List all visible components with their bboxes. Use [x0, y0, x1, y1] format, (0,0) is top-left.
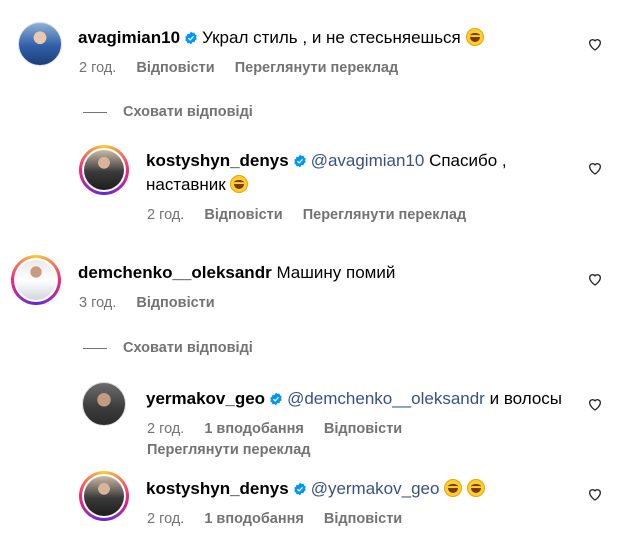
reply-time: 2 год.: [147, 207, 185, 223]
reply-username[interactable]: kostyshyn_denys: [146, 151, 289, 170]
reply-time: 2 год.: [147, 421, 185, 437]
mention-link[interactable]: @avagimian10: [311, 151, 425, 170]
reply-button[interactable]: Відповісти: [204, 207, 282, 223]
avatar-kostyshyn_denys[interactable]: [79, 145, 129, 195]
view-translation-button[interactable]: Переглянути переклад: [147, 442, 310, 458]
reply-time: 2 год.: [147, 511, 185, 527]
avatar-avagimian10[interactable]: [18, 22, 62, 66]
likes-count[interactable]: 1 вподобання: [204, 421, 304, 437]
verified-badge-icon: [185, 31, 197, 45]
reply-button[interactable]: Відповісти: [324, 511, 402, 527]
comment-time: 2 год.: [79, 60, 117, 76]
laughing-emoji: [230, 175, 249, 193]
heart-outline-icon[interactable]: [587, 271, 603, 287]
laughing-emoji: [465, 28, 484, 46]
verified-badge-icon: [293, 482, 306, 496]
mention-link[interactable]: @yermakov_geo: [311, 479, 440, 498]
view-translation-button[interactable]: Переглянути переклад: [303, 207, 466, 223]
avatar-demchenko__oleksandr[interactable]: [11, 255, 61, 305]
reply-username[interactable]: yermakov_geo: [146, 389, 265, 408]
view-translation-button[interactable]: Переглянути переклад: [235, 60, 398, 76]
reply-text-line2: наставник: [146, 175, 226, 194]
reply-button[interactable]: Відповісти: [136, 60, 214, 76]
divider: [83, 111, 107, 113]
reply-username[interactable]: kostyshyn_denys: [146, 479, 289, 498]
heart-outline-icon[interactable]: [587, 160, 603, 176]
avatar-kostyshyn_denys[interactable]: [79, 471, 129, 521]
hide-replies-button[interactable]: Сховати відповіді: [83, 340, 253, 356]
reply-text: и волосы: [489, 389, 563, 408]
comment-text: Машину помий: [276, 263, 396, 282]
avatar-yermakov_geo[interactable]: [82, 382, 126, 426]
heart-outline-icon[interactable]: [587, 486, 603, 502]
verified-badge-icon: [293, 154, 306, 168]
reply-button[interactable]: Відповісти: [136, 295, 214, 311]
reply-button[interactable]: Відповісти: [324, 421, 402, 437]
comment-username[interactable]: avagimian10: [78, 28, 180, 47]
laughing-emoji: [444, 479, 463, 497]
hide-replies-button[interactable]: Сховати відповіді: [83, 104, 253, 120]
divider: [83, 347, 107, 349]
comment-text: Украл стиль , и не стесьняешься: [202, 28, 461, 47]
likes-count[interactable]: 1 вподобання: [204, 511, 304, 527]
hide-replies-label: Сховати відповіді: [123, 340, 253, 356]
comment-time: 3 год.: [79, 295, 117, 311]
reply-text: Спасибо ,: [429, 151, 507, 170]
mention-link[interactable]: @demchenko__oleksandr: [287, 389, 485, 408]
comment-username[interactable]: demchenko__oleksandr: [78, 263, 272, 282]
hide-replies-label: Сховати відповіді: [123, 104, 253, 120]
verified-badge-icon: [270, 392, 282, 406]
heart-outline-icon[interactable]: [587, 396, 603, 412]
laughing-emoji: [466, 479, 485, 497]
heart-outline-icon[interactable]: [587, 36, 603, 52]
